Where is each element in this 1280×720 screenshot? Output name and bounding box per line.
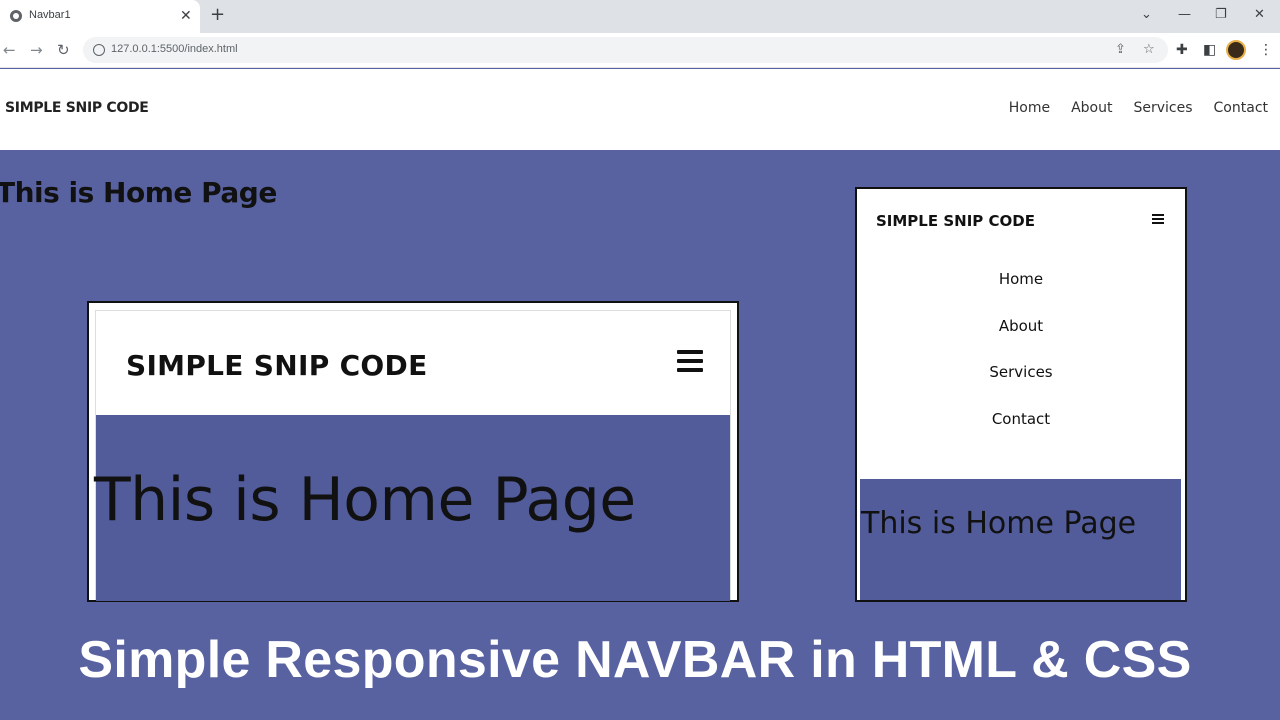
desktop-preview: SIMPLE SNIP CODE This is Home Page <box>87 301 739 602</box>
address-bar[interactable]: 127.0.0.1:5500/index.html ⇪ ☆ <box>83 37 1168 63</box>
mobile-menu-item: Contact <box>991 409 1051 428</box>
menu-icon[interactable]: ⋮ <box>1259 41 1273 59</box>
globe-icon <box>10 10 22 22</box>
hamburger-icon <box>677 350 703 377</box>
nav-link-home[interactable]: Home <box>1009 100 1050 116</box>
nav-link-contact[interactable]: Contact <box>1214 100 1268 116</box>
preview-content: This is Home Page <box>94 415 730 601</box>
tab-search-icon[interactable]: ⌄ <box>1141 6 1152 24</box>
page-heading: This is Home Page <box>0 176 277 209</box>
mobile-preview-content: This is Home Page <box>860 479 1181 600</box>
preview-heading: This is Home Page <box>94 465 636 535</box>
close-window-button[interactable]: ✕ <box>1254 6 1265 24</box>
mobile-preview-menu: Home About Services Contact <box>857 268 1185 454</box>
mobile-menu-item: Services <box>989 363 1053 381</box>
mobile-menu-item: About <box>998 316 1044 335</box>
preview-logo: SIMPLE SNIP CODE <box>126 349 428 382</box>
browser-toolbar: ← → ↻ 127.0.0.1:5500/index.html ⇪ ☆ ✚ ◧ … <box>0 33 1280 68</box>
video-caption: Simple Responsive NAVBAR in HTML & CSS <box>78 631 1192 689</box>
nav-link-services[interactable]: Services <box>1133 100 1192 116</box>
site-logo[interactable]: SIMPLE SNIP CODE <box>5 100 149 116</box>
browser-tab[interactable]: Navbar1 ✕ <box>0 0 200 33</box>
browser-tabstrip: Navbar1 ✕ + ⌄ — ❐ ✕ <box>0 0 1280 33</box>
mobile-preview-logo: SIMPLE SNIP CODE <box>876 212 1035 230</box>
site-nav-links: Home About Services Contact <box>1009 100 1268 116</box>
extensions-icon[interactable]: ✚ <box>1176 41 1188 59</box>
profile-avatar[interactable] <box>1226 40 1246 60</box>
site-navbar: SIMPLE SNIP CODE Home About Services Con… <box>0 69 1280 150</box>
url-text[interactable]: 127.0.0.1:5500/index.html <box>111 43 238 55</box>
back-icon[interactable]: ← <box>3 40 16 60</box>
info-icon[interactable] <box>93 44 105 56</box>
desktop-preview-frame: SIMPLE SNIP CODE This is Home Page <box>94 310 731 601</box>
sidepanel-icon[interactable]: ◧ <box>1203 41 1216 59</box>
minimize-button[interactable]: — <box>1178 6 1191 24</box>
preview-navbar: SIMPLE SNIP CODE <box>96 311 730 415</box>
reload-icon[interactable]: ↻ <box>57 40 70 60</box>
tab-title: Navbar1 <box>29 9 71 21</box>
share-icon[interactable]: ⇪ <box>1115 41 1126 59</box>
close-tab-icon[interactable]: ✕ <box>180 7 192 25</box>
star-icon[interactable]: ☆ <box>1143 41 1155 59</box>
forward-icon[interactable]: → <box>30 40 43 60</box>
hamburger-icon <box>1152 214 1164 226</box>
new-tab-button[interactable]: + <box>210 5 225 25</box>
mobile-menu-item: Home <box>998 270 1044 288</box>
mobile-preview-heading: This is Home Page <box>861 506 1137 541</box>
nav-link-about[interactable]: About <box>1071 100 1112 116</box>
restore-button[interactable]: ❐ <box>1215 6 1227 24</box>
mobile-preview: SIMPLE SNIP CODE Home About Services Con… <box>855 187 1187 602</box>
